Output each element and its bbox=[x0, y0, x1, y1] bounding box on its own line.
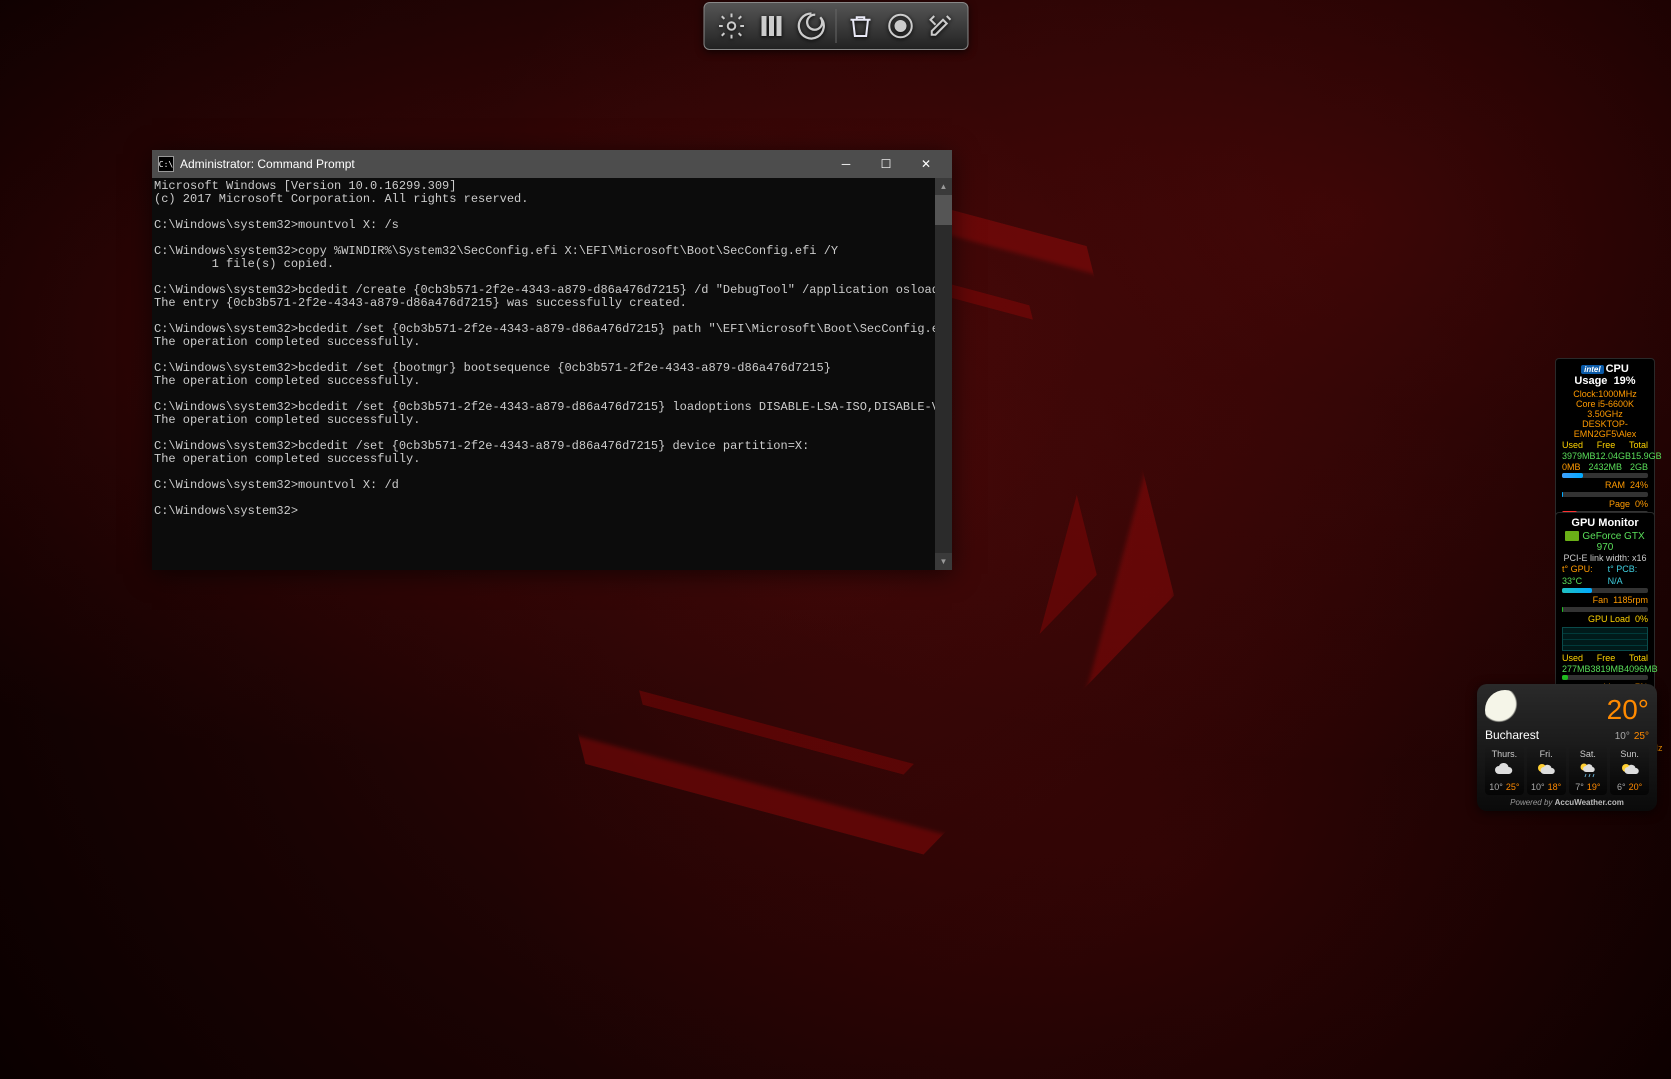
forecast-row: Thurs. 10°25° Fri. 10°18° Sat. 7°19° Sun… bbox=[1485, 746, 1649, 795]
pcb-val: N/A bbox=[1608, 576, 1623, 586]
gpu-mem-used: 277MB bbox=[1562, 664, 1591, 674]
gpu-mem-total: 4096MB bbox=[1624, 664, 1658, 674]
today-lo: 10° bbox=[1615, 731, 1630, 742]
sun-cloud-rain-icon bbox=[1576, 761, 1600, 779]
command-prompt-window: C:\ Administrator: Command Prompt ─ ☐ ✕ … bbox=[152, 150, 952, 570]
gpu-history-graph bbox=[1562, 627, 1648, 651]
day-label: Sat. bbox=[1570, 749, 1607, 759]
gpu-title: GPU Monitor bbox=[1562, 517, 1648, 529]
page-bar bbox=[1562, 492, 1648, 497]
page-label: Page bbox=[1609, 499, 1630, 509]
gpu-load-bar bbox=[1562, 607, 1648, 612]
scroll-thumb[interactable] bbox=[935, 195, 952, 225]
close-button[interactable]: ✕ bbox=[906, 150, 946, 178]
cmd-icon: C:\ bbox=[158, 156, 174, 172]
gpu-fan-bar bbox=[1562, 588, 1648, 593]
fan-label: Fan bbox=[1593, 595, 1609, 605]
label-used: Used bbox=[1562, 440, 1583, 450]
vmem-bar bbox=[1562, 675, 1648, 680]
label-free: Free bbox=[1597, 440, 1616, 450]
day-label: Fri. bbox=[1528, 749, 1565, 759]
forecast-day[interactable]: Sun. 6°20° bbox=[1610, 746, 1649, 795]
gpu-temp-label: t° GPU: bbox=[1562, 564, 1593, 574]
gpu-used-label: Used bbox=[1562, 653, 1583, 663]
terminal-output: Microsoft Windows [Version 10.0.16299.30… bbox=[152, 178, 935, 570]
forecast-day[interactable]: Sat. 7°19° bbox=[1569, 746, 1608, 795]
mem-total: 15.9GB bbox=[1631, 451, 1662, 461]
scroll-up-button[interactable]: ▲ bbox=[935, 178, 952, 195]
mem-used: 3979MB bbox=[1562, 451, 1596, 461]
dock-settings-icon[interactable] bbox=[712, 7, 750, 45]
minimize-button[interactable]: ─ bbox=[826, 150, 866, 178]
gpu-temp: 33°C bbox=[1562, 576, 1582, 586]
top-dock bbox=[703, 2, 968, 50]
forecast-day[interactable]: Thurs. 10°25° bbox=[1485, 746, 1524, 795]
dock-separator bbox=[835, 9, 836, 43]
ram-pct: 24% bbox=[1630, 480, 1648, 490]
weather-city: Bucharest bbox=[1485, 728, 1539, 742]
gpu-model: GeForce GTX 970 bbox=[1582, 531, 1644, 553]
cpu-model: Core i5-6600K 3.50GHz bbox=[1562, 399, 1648, 419]
pcb-label: t° PCB: bbox=[1608, 564, 1638, 574]
cpu-usage-value: 19% bbox=[1614, 375, 1636, 387]
dock-swirl-icon[interactable] bbox=[792, 7, 830, 45]
forecast-day[interactable]: Fri. 10°18° bbox=[1527, 746, 1566, 795]
dock-columns-icon[interactable] bbox=[752, 7, 790, 45]
sun-cloud-icon bbox=[1534, 761, 1558, 779]
mem-free: 12.04GB bbox=[1596, 451, 1632, 461]
nvidia-badge-icon bbox=[1565, 531, 1579, 541]
terminal-body[interactable]: Microsoft Windows [Version 10.0.16299.30… bbox=[152, 178, 952, 570]
ram-label: RAM bbox=[1605, 480, 1625, 490]
dock-speaker-icon[interactable] bbox=[881, 7, 919, 45]
window-title: Administrator: Command Prompt bbox=[180, 157, 826, 171]
day-label: Thurs. bbox=[1486, 749, 1523, 759]
gpu-total-label: Total bbox=[1629, 653, 1648, 663]
intel-badge-icon: intel bbox=[1581, 365, 1603, 374]
day-label: Sun. bbox=[1611, 749, 1648, 759]
cpu-host: DESKTOP-EMN2GF5\Alex bbox=[1562, 419, 1648, 439]
gpu-load-value: 0% bbox=[1635, 614, 1648, 624]
swap-used: 0MB bbox=[1562, 462, 1581, 472]
gpu-pcie: PCI-E link width: x16 bbox=[1562, 553, 1648, 563]
moon-icon bbox=[1485, 690, 1525, 730]
weather-footer: Powered by AccuWeather.com bbox=[1485, 798, 1649, 807]
current-temp: 20° bbox=[1607, 694, 1649, 726]
scroll-down-button[interactable]: ▼ bbox=[935, 553, 952, 570]
maximize-button[interactable]: ☐ bbox=[866, 150, 906, 178]
swap-total: 2GB bbox=[1630, 462, 1648, 472]
label-total: Total bbox=[1629, 440, 1648, 450]
scroll-track[interactable] bbox=[935, 195, 952, 553]
cloud-icon bbox=[1492, 761, 1516, 779]
gpu-load-label: GPU Load bbox=[1588, 614, 1630, 624]
swap-free: 2432MB bbox=[1588, 462, 1622, 472]
sun-cloud-icon bbox=[1618, 761, 1642, 779]
today-hi: 25° bbox=[1634, 731, 1649, 742]
weather-gadget[interactable]: 20° Bucharest 10° 25° Thurs. 10°25° Fri. … bbox=[1477, 684, 1657, 811]
gpu-mem-free: 3819MB bbox=[1591, 664, 1625, 674]
gpu-free-label: Free bbox=[1597, 653, 1616, 663]
dock-tools-icon[interactable] bbox=[921, 7, 959, 45]
dock-recycle-bin-icon[interactable] bbox=[841, 7, 879, 45]
page-pct: 0% bbox=[1635, 499, 1648, 509]
cpu-clock: Clock:1000MHz bbox=[1562, 389, 1648, 399]
scrollbar[interactable]: ▲ ▼ bbox=[935, 178, 952, 570]
window-titlebar[interactable]: C:\ Administrator: Command Prompt ─ ☐ ✕ bbox=[152, 150, 952, 178]
ram-bar bbox=[1562, 473, 1648, 478]
fan-value: 1185rpm bbox=[1613, 595, 1648, 605]
